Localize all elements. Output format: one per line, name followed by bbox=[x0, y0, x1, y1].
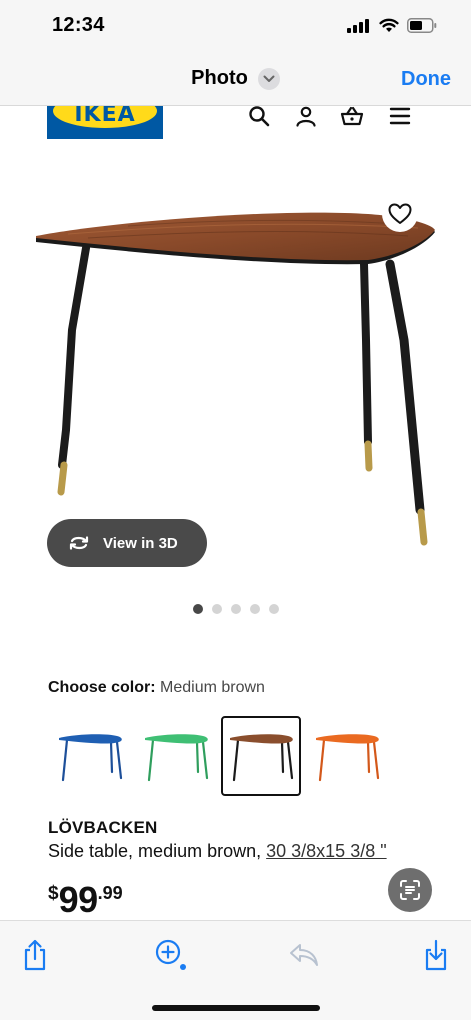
favorite-button[interactable] bbox=[382, 196, 418, 232]
ikea-logo: IKEA bbox=[47, 106, 163, 139]
wifi-icon bbox=[379, 18, 399, 32]
price-integer: 99 bbox=[58, 879, 99, 920]
zoom-in-button[interactable] bbox=[151, 937, 191, 973]
view-in-3d-label: View in 3D bbox=[103, 534, 178, 552]
gallery-pagination bbox=[193, 604, 279, 614]
swatch-table-thumbnail bbox=[230, 734, 294, 782]
reply-icon bbox=[290, 944, 318, 966]
photo-toolbar bbox=[0, 920, 471, 1020]
save-icon bbox=[425, 939, 447, 971]
nav-title: Photo bbox=[191, 67, 248, 89]
price-currency: $ bbox=[48, 883, 59, 904]
product-name: LÖVBACKEN bbox=[48, 818, 158, 837]
pagination-dot[interactable] bbox=[250, 604, 260, 614]
cellular-signal-icon bbox=[347, 18, 369, 33]
color-swatch-medium-brown[interactable] bbox=[221, 716, 301, 796]
swatch-table-thumbnail bbox=[316, 734, 380, 782]
photo-nav-bar: Photo Done bbox=[0, 56, 471, 106]
share-button[interactable] bbox=[19, 937, 51, 973]
product-size-link[interactable]: 30 3/8x15 3/8 " bbox=[266, 841, 386, 861]
done-button[interactable]: Done bbox=[401, 68, 451, 91]
live-text-button[interactable] bbox=[388, 868, 432, 912]
product-image bbox=[36, 212, 435, 546]
color-swatch-green[interactable] bbox=[136, 716, 216, 796]
reply-button[interactable] bbox=[286, 937, 322, 973]
color-swatch-blue[interactable] bbox=[50, 716, 130, 796]
menu-icon[interactable] bbox=[388, 104, 412, 128]
view-in-3d-button[interactable]: View in 3D bbox=[47, 519, 207, 567]
color-swatch-orange[interactable] bbox=[307, 716, 387, 796]
cart-icon[interactable] bbox=[340, 104, 364, 128]
home-indicator[interactable] bbox=[152, 1005, 320, 1011]
save-button[interactable] bbox=[420, 937, 452, 973]
ikea-logo-text: IKEA bbox=[74, 106, 136, 127]
choose-color: Choose color: Medium brown bbox=[48, 679, 265, 697]
pagination-dot[interactable] bbox=[269, 604, 279, 614]
zoom-in-icon bbox=[155, 939, 186, 970]
status-time: 12:34 bbox=[52, 14, 105, 36]
choose-color-label: Choose color: bbox=[48, 679, 156, 696]
price-decimal: .99 bbox=[97, 883, 123, 903]
rotate-3d-icon bbox=[69, 536, 89, 550]
battery-icon bbox=[407, 18, 437, 33]
swatch-table-thumbnail bbox=[59, 734, 123, 782]
product-price: $ 99 .99 bbox=[48, 880, 123, 920]
live-text-icon bbox=[400, 880, 420, 900]
heart-icon bbox=[388, 203, 412, 224]
status-icons bbox=[347, 18, 437, 33]
chevron-down-icon[interactable] bbox=[257, 67, 280, 90]
account-icon[interactable] bbox=[294, 104, 318, 128]
product-description-text: Side table, medium brown, bbox=[48, 841, 262, 861]
product-description: Side table, medium brown, 30 3/8x15 3/8 … bbox=[48, 841, 387, 862]
pagination-dot[interactable] bbox=[193, 604, 203, 614]
status-bar: 12:34 bbox=[0, 0, 471, 56]
pagination-dot[interactable] bbox=[231, 604, 241, 614]
choose-color-value: Medium brown bbox=[160, 679, 265, 696]
search-icon[interactable] bbox=[247, 104, 271, 128]
share-icon bbox=[24, 939, 46, 971]
pagination-dot[interactable] bbox=[212, 604, 222, 614]
swatch-table-thumbnail bbox=[145, 734, 209, 782]
